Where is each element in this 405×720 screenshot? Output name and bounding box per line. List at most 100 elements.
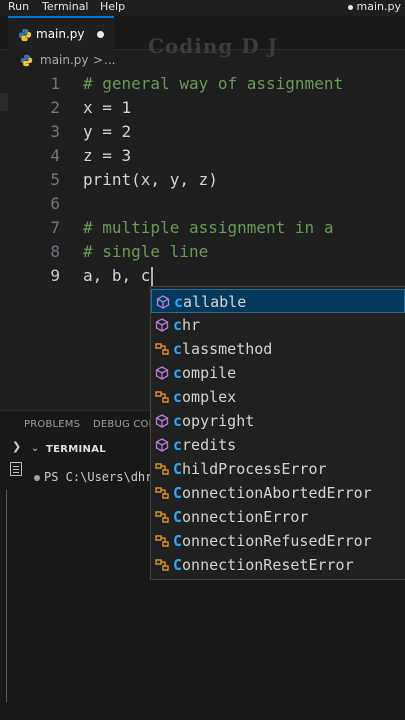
suggestion-item[interactable]: ConnectionRefusedError xyxy=(151,529,405,553)
class-icon xyxy=(155,463,169,475)
cube-icon xyxy=(155,318,169,332)
line-number: 2 xyxy=(50,98,60,117)
suggestion-match: c xyxy=(173,436,183,454)
terminal-prompt[interactable]: PS C:\Users\dhruv xyxy=(34,470,167,484)
python-icon xyxy=(20,54,33,67)
menu-run[interactable]: Run xyxy=(8,0,29,14)
menu-help[interactable]: Help xyxy=(100,0,125,14)
editor-tab-bar: main.py Coding D J xyxy=(0,16,405,58)
chevron-down-icon[interactable]: ⌄ xyxy=(31,443,39,454)
suggestion-match: C xyxy=(173,460,183,478)
suggestion-rest: onnectionResetError xyxy=(182,556,354,574)
cube-icon xyxy=(155,414,169,428)
suggestion-item[interactable]: ChildProcessError xyxy=(151,457,405,481)
autocomplete-suggestions[interactable]: callable chr classmethod compile complex copy… xyxy=(150,286,405,580)
tab-main-py[interactable]: main.py xyxy=(8,16,114,50)
suggestion-match: c xyxy=(173,388,183,406)
python-icon xyxy=(18,28,32,42)
suggestion-match: c xyxy=(173,412,183,430)
suggestion-rest: hr xyxy=(182,316,201,334)
suggestion-item[interactable]: callable xyxy=(151,289,405,313)
chevron-right-icon[interactable]: ❯ xyxy=(12,440,21,453)
suggestion-item[interactable]: ConnectionAbortedError xyxy=(151,481,405,505)
breadcrumb-separator: > xyxy=(93,53,104,67)
suggestion-label: compile xyxy=(173,363,236,383)
suggestion-item[interactable]: ConnectionError xyxy=(151,505,405,529)
line-number: 3 xyxy=(50,122,60,141)
channel-watermark: Coding D J xyxy=(148,34,279,58)
code-line: 4 z = 3 xyxy=(0,144,405,168)
class-icon xyxy=(155,487,169,499)
suggestion-match: c xyxy=(174,293,184,311)
code-text: y = 2 xyxy=(83,122,132,141)
text-cursor xyxy=(151,267,154,286)
suggestion-label: complex xyxy=(173,387,236,407)
code-line: 6 xyxy=(0,192,405,216)
line-number: 5 xyxy=(50,170,60,189)
suggestion-label: ConnectionResetError xyxy=(173,555,354,575)
code-line: 5 print(x, y, z) xyxy=(0,168,405,192)
suggestion-rest: onnectionRefusedError xyxy=(182,532,372,550)
code-line: 3 y = 2 xyxy=(0,120,405,144)
code-text: print(x, y, z) xyxy=(83,170,218,189)
menu-bar: Run Terminal Help main.py xyxy=(0,0,405,16)
window-title-text: main.py xyxy=(356,0,401,13)
code-text: # multiple assignment in a xyxy=(83,218,334,237)
line-number: 4 xyxy=(50,146,60,165)
code-text: x = 1 xyxy=(83,98,132,117)
suggestion-match: c xyxy=(173,340,183,358)
cube-icon xyxy=(155,438,169,452)
code-line: 8 # single line xyxy=(0,240,405,264)
suggestion-label: ConnectionError xyxy=(173,507,308,527)
unsaved-changes-icon[interactable] xyxy=(97,31,104,38)
suggestion-label: callable xyxy=(174,292,246,312)
suggestion-match: c xyxy=(173,316,183,334)
suggestion-item[interactable]: credits xyxy=(151,433,405,457)
suggestion-rest: opyright xyxy=(182,412,255,430)
tab-problems[interactable]: PROBLEMS xyxy=(24,419,80,430)
suggestion-label: ConnectionRefusedError xyxy=(173,531,372,551)
line-number: 1 xyxy=(50,74,60,93)
suggestion-item[interactable]: complex xyxy=(151,385,405,409)
suggestion-match: C xyxy=(173,556,183,574)
suggestion-rest: redits xyxy=(182,436,237,454)
suggestion-label: ChildProcessError xyxy=(173,459,327,479)
code-text-active: a, b, c xyxy=(83,264,154,288)
suggestion-item[interactable]: compile xyxy=(151,361,405,385)
suggestion-rest: lassmethod xyxy=(182,340,273,358)
suggestion-item[interactable]: classmethod xyxy=(151,337,405,361)
suggestion-rest: hildProcessError xyxy=(182,460,327,478)
cube-icon xyxy=(155,366,169,380)
cube-icon xyxy=(156,295,170,309)
breadcrumb-file[interactable]: main.py xyxy=(40,53,89,67)
suggestion-match: C xyxy=(173,508,183,526)
line-number: 8 xyxy=(50,242,60,261)
suggestion-item[interactable]: ConnectionResetError xyxy=(151,553,405,577)
terminal-list-icon[interactable] xyxy=(10,462,22,476)
line-number: 6 xyxy=(50,194,60,213)
code-line-active: 9 a, b, c xyxy=(0,264,405,288)
suggestion-rest: onnectionAbortedError xyxy=(182,484,372,502)
class-icon xyxy=(155,535,169,547)
code-line: 7 # multiple assignment in a xyxy=(0,216,405,240)
suggestion-label: chr xyxy=(173,315,200,335)
suggestion-label: credits xyxy=(173,435,236,455)
suggestion-rest: allable xyxy=(183,293,247,311)
breadcrumb-more[interactable]: ... xyxy=(104,53,115,67)
panel-divider xyxy=(6,490,7,702)
code-text: a, b, c xyxy=(83,266,151,285)
unsaved-dot-icon xyxy=(347,4,353,10)
class-icon xyxy=(155,511,169,523)
class-icon xyxy=(155,391,169,403)
terminal-section-title[interactable]: TERMINAL xyxy=(46,444,106,455)
line-number: 9 xyxy=(50,266,60,285)
suggestion-item[interactable]: copyright xyxy=(151,409,405,433)
terminal-prompt-text: PS C:\Users\dhruv xyxy=(44,470,167,484)
suggestion-item[interactable]: chr xyxy=(151,313,405,337)
suggestion-label: classmethod xyxy=(173,339,272,359)
code-text: # general way of assignment xyxy=(83,74,344,93)
suggestion-rest: omplex xyxy=(182,388,237,406)
code-text: # single line xyxy=(83,242,209,261)
suggestion-match: C xyxy=(173,484,183,502)
menu-terminal[interactable]: Terminal xyxy=(42,0,89,14)
